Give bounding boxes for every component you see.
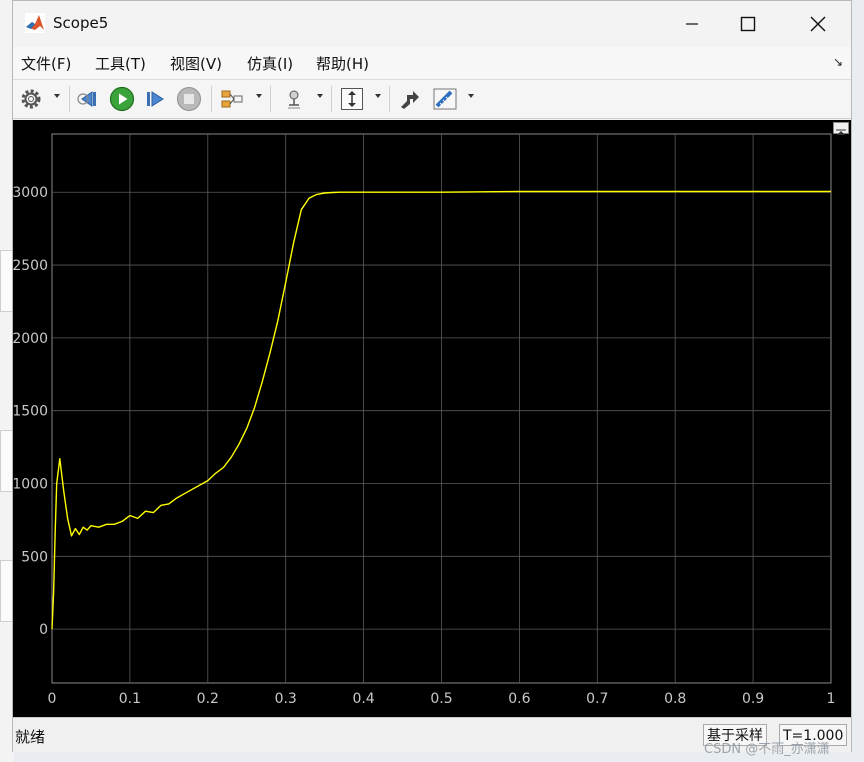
menu-bar: 文件(F) 工具(T) 视图(V) 仿真(I) 帮助(H) ↘ <box>13 47 851 80</box>
x-tick-label: 0 <box>48 691 57 707</box>
toolbar-separator <box>211 86 212 112</box>
close-button[interactable] <box>795 11 841 37</box>
menu-simulation[interactable]: 仿真(I) <box>247 53 293 74</box>
chevron-down-icon[interactable] <box>317 94 323 98</box>
status-ready: 就绪 <box>15 728 46 746</box>
y-tick-label: 0 <box>39 622 48 638</box>
window-title: Scope5 <box>53 14 109 32</box>
y-tick-label: 3000 <box>13 185 48 201</box>
highlight-button[interactable] <box>281 86 307 112</box>
signal-select-button[interactable] <box>219 86 245 112</box>
menu-view[interactable]: 视图(V) <box>170 53 222 74</box>
undock-button[interactable] <box>833 122 849 135</box>
x-tick-label: 0.5 <box>430 691 452 707</box>
chevron-down-icon[interactable] <box>54 94 60 98</box>
toolbar-separator <box>69 86 70 112</box>
toolbar-separator <box>389 86 390 112</box>
maximize-button[interactable] <box>725 11 771 37</box>
toolbar <box>13 80 851 119</box>
x-tick-label: 0.7 <box>586 691 608 707</box>
toolbar-separator <box>331 86 332 112</box>
watermark-text: CSDN @不雨_亦潇潇 <box>704 742 830 757</box>
signal-select-icon <box>221 90 243 108</box>
y-tick-label: 2500 <box>13 258 48 274</box>
menu-tools[interactable]: 工具(T) <box>95 53 146 74</box>
toolbar-separator <box>270 86 271 112</box>
scope-chart[interactable]: 0 0.1 0.2 0.3 0.4 0.5 0.6 0.7 0.8 0.9 1 0 500 1000 150… <box>12 120 851 717</box>
gear-icon <box>21 89 41 109</box>
chevron-down-icon[interactable] <box>256 94 262 98</box>
close-icon <box>810 16 826 32</box>
measure-icon <box>433 88 457 110</box>
x-tick-label: 0.1 <box>119 691 141 707</box>
x-tick-label: 0.6 <box>508 691 530 707</box>
menu-file[interactable]: 文件(F) <box>21 53 71 74</box>
x-tick-label: 0.8 <box>664 691 686 707</box>
scope-display[interactable]: 0 0.1 0.2 0.3 0.4 0.5 0.6 0.7 0.8 0.9 1 0 500 1000 150… <box>12 120 851 717</box>
style-button[interactable] <box>397 86 423 112</box>
minimize-icon <box>686 23 698 25</box>
chevron-down-icon[interactable] <box>468 94 474 98</box>
step-forward-icon <box>147 91 164 107</box>
x-tick-label: 1 <box>827 691 836 707</box>
matlab-app-icon <box>25 13 45 33</box>
stop-button[interactable] <box>176 86 202 112</box>
title-bar[interactable]: Scope5 <box>13 1 851 47</box>
x-tick-label: 0.4 <box>352 691 374 707</box>
y-tick-label: 500 <box>21 549 48 565</box>
menu-collapse-arrow-icon[interactable]: ↘ <box>833 55 843 69</box>
stop-icon <box>177 87 201 111</box>
step-back-icon <box>77 91 96 107</box>
x-tick-label: 0.2 <box>197 691 219 707</box>
highlight-icon <box>288 90 300 109</box>
x-tick-label: 0.9 <box>742 691 764 707</box>
step-back-button[interactable] <box>77 86 103 112</box>
style-icon <box>401 91 419 109</box>
autoscale-button[interactable] <box>339 86 365 112</box>
y-tick-label: 1500 <box>13 404 48 420</box>
run-icon <box>109 86 135 112</box>
measure-button[interactable] <box>431 86 459 112</box>
chevron-down-icon[interactable] <box>375 94 381 98</box>
y-tick-label: 2000 <box>13 331 48 347</box>
y-tick-label: 1000 <box>13 476 48 492</box>
step-forward-button[interactable] <box>143 86 169 112</box>
minimize-button[interactable] <box>669 11 715 37</box>
autoscale-icon <box>341 88 363 110</box>
x-tick-label: 0.3 <box>275 691 297 707</box>
scope-window: Scope5 文件(F) 工具(T) 视图(V) 仿真(I) 帮助(H) ↘ 0… <box>12 0 852 752</box>
run-button[interactable] <box>109 86 135 112</box>
undock-icon <box>836 129 846 135</box>
maximize-icon <box>740 16 756 32</box>
menu-help[interactable]: 帮助(H) <box>316 53 369 74</box>
configuration-button[interactable] <box>19 86 43 112</box>
